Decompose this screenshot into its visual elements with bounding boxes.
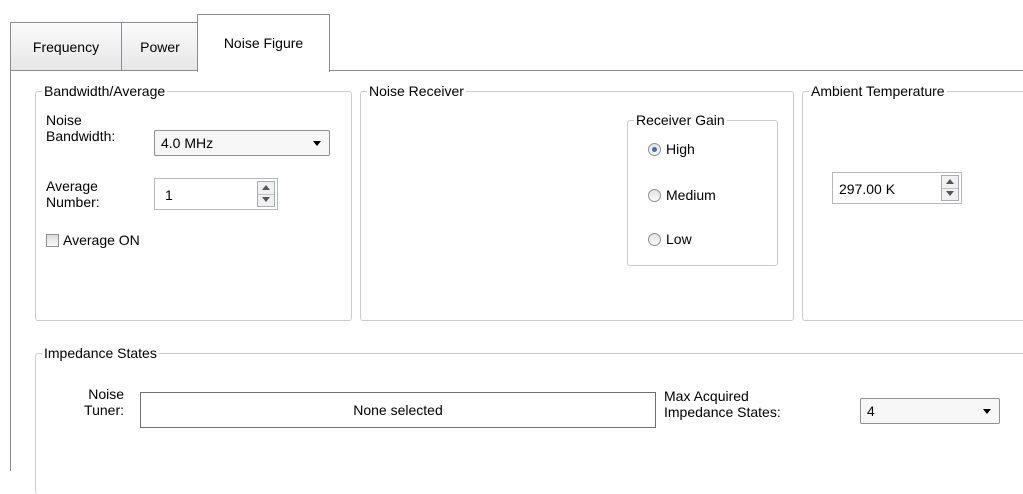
group-legend: Noise Receiver — [367, 82, 466, 100]
spin-down-icon[interactable] — [258, 194, 274, 206]
gain-high-radio[interactable] — [648, 143, 661, 156]
noise-bandwidth-value: 4.0 MHz — [161, 135, 214, 151]
ambient-temperature-group: Ambient Temperature 297.00 K — [802, 82, 1023, 321]
tab-power[interactable]: Power — [121, 22, 199, 71]
max-states-value: 4 — [867, 403, 875, 419]
noise-receiver-group: Noise Receiver Receiver Gain High Medium… — [360, 82, 794, 321]
tab-frequency[interactable]: Frequency — [10, 22, 122, 71]
gain-low-radio[interactable] — [648, 233, 661, 246]
group-legend: Bandwidth/Average — [42, 82, 168, 100]
noise-bandwidth-dropdown[interactable]: 4.0 MHz — [154, 130, 330, 156]
average-number-label: Average Number: — [46, 178, 100, 210]
ambient-temperature-value: 297.00 K — [839, 181, 896, 197]
noise-tuner-label: Noise Tuner: — [84, 386, 124, 418]
average-on-label: Average ON — [63, 232, 140, 248]
tab-noise-figure[interactable]: Noise Figure — [197, 14, 330, 72]
average-on-checkbox[interactable] — [46, 234, 59, 247]
chevron-down-icon — [983, 409, 991, 414]
max-states-label: Max Acquired Impedance States: — [664, 388, 781, 420]
noise-bandwidth-label: Noise Bandwidth: — [46, 112, 116, 144]
tab-panel: Bandwidth/Average Noise Bandwidth: 4.0 M… — [10, 70, 1023, 494]
gain-medium-label: Medium — [666, 187, 716, 203]
max-states-dropdown[interactable]: 4 — [860, 398, 1000, 424]
receiver-gain-group: Receiver Gain High Medium Low — [627, 111, 778, 266]
impedance-states-group: Impedance States Noise Tuner: None selec… — [35, 344, 1023, 494]
gain-high-label: High — [666, 141, 695, 157]
spinner-buttons — [941, 175, 959, 201]
spin-down-icon[interactable] — [942, 188, 958, 200]
noise-tuner-field[interactable]: None selected — [140, 392, 656, 428]
gain-medium-radio[interactable] — [648, 189, 661, 202]
group-legend: Impedance States — [42, 344, 159, 362]
group-legend: Receiver Gain — [634, 111, 727, 129]
group-legend: Ambient Temperature — [809, 82, 947, 100]
average-number-spinner[interactable]: 1 — [154, 178, 278, 210]
spinner-buttons — [257, 181, 275, 207]
chevron-down-icon — [313, 141, 321, 146]
ambient-temperature-spinner[interactable]: 297.00 K — [832, 172, 962, 204]
average-number-value: 1 — [165, 187, 173, 203]
bandwidth-average-group: Bandwidth/Average Noise Bandwidth: 4.0 M… — [35, 82, 352, 321]
gain-low-label: Low — [666, 231, 692, 247]
